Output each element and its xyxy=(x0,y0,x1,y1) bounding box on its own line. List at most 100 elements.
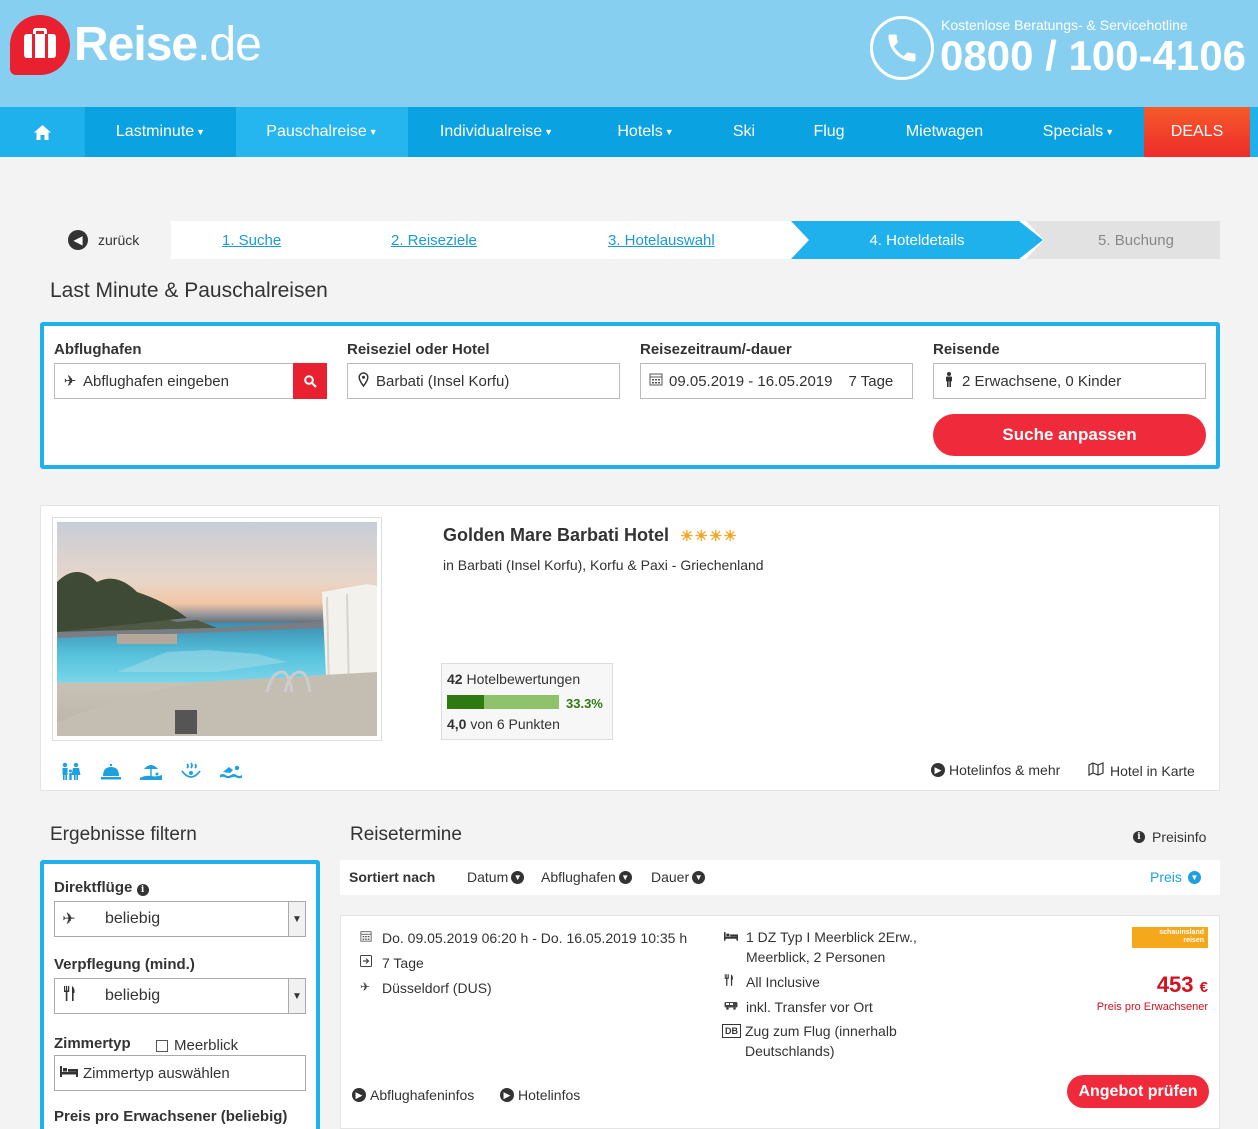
departure-placeholder: Abflughafen eingeben xyxy=(83,372,229,390)
nav-item-lastminute[interactable]: Lastminute ▼ xyxy=(85,107,236,157)
score-value: 4,0 xyxy=(447,716,467,732)
info-icon: i xyxy=(1133,831,1145,843)
nav-item-hotels[interactable]: Hotels ▼ xyxy=(585,107,706,157)
board-value: beliebig xyxy=(105,987,161,1004)
search-form: Abflughafen ✈ Abflughafen eingeben Reise… xyxy=(40,322,1220,469)
departure-label: Abflughafen xyxy=(54,341,142,358)
cutlery-icon xyxy=(724,974,746,989)
price-info-link[interactable]: i Preisinfo xyxy=(1133,829,1206,845)
airport-info-label: Abflughafeninfos xyxy=(370,1087,475,1103)
sort-price[interactable]: Preis ▼ xyxy=(1150,869,1201,885)
sort-duration[interactable]: Dauer ▼ xyxy=(651,869,706,885)
departure-input[interactable]: ✈ Abflughafen eingeben xyxy=(54,363,327,399)
nav-item-pauschalreise[interactable]: Pauschalreise ▼ xyxy=(236,107,408,157)
nav-item-deals[interactable]: DEALS xyxy=(1144,107,1250,157)
direct-flights-label: Direktflüge i xyxy=(54,879,149,896)
travelers-label: Reisende xyxy=(933,341,1000,358)
nav-item-specials[interactable]: Specials ▼ xyxy=(1013,107,1144,157)
score-line: 4,0 von 6 Punkten xyxy=(447,716,560,732)
recommend-bar-fill xyxy=(447,695,485,709)
sort-date[interactable]: Datum ▼ xyxy=(467,869,525,885)
seaview-label: Meerblick xyxy=(174,1037,239,1054)
direct-flights-label-text: Direktflüge xyxy=(54,879,133,896)
hotline-number[interactable]: 0800 / 100-4106 xyxy=(940,32,1246,80)
offer-room-line1: 1 DZ Typ I Meerblick 2Erw., xyxy=(746,929,917,945)
swimming-icon[interactable] xyxy=(220,762,242,785)
step-hotelauswahl[interactable]: 3. Hotelauswahl xyxy=(608,232,715,249)
offer-train-line2: Deutschlands) xyxy=(745,1043,835,1059)
seaview-checkbox[interactable]: Meerblick xyxy=(156,1037,238,1054)
search-icon[interactable] xyxy=(293,363,327,399)
direct-flights-select[interactable]: ✈ beliebig ▼ xyxy=(54,901,306,937)
info-icon[interactable]: i xyxy=(136,884,149,896)
offer-board-text: All Inclusive xyxy=(746,974,820,990)
logo[interactable]: Reise.de xyxy=(10,15,262,75)
hotel-info-link[interactable]: ▶ Hotelinfos & mehr xyxy=(931,762,1060,778)
hotel-card: Golden Mare Barbati Hotel ☀☀☀☀ in Barbat… xyxy=(40,505,1220,791)
sort-airport-label: Abflughafen xyxy=(541,869,616,885)
chevron-down-icon: ▼ xyxy=(692,870,706,884)
offer-train-line1: Zug zum Flug (innerhalb xyxy=(745,1023,897,1039)
bus-icon xyxy=(724,999,746,1013)
hotline[interactable]: Kostenlose Beratungs- & Servicehotline 0… xyxy=(870,14,1250,84)
sort-date-label: Datum xyxy=(467,869,509,885)
sort-airport[interactable]: Abflughafen ▼ xyxy=(541,869,632,885)
room-type-select[interactable]: Zimmertyp auswählen xyxy=(54,1055,306,1091)
recommend-bar xyxy=(447,695,559,709)
bed-icon xyxy=(55,1064,83,1082)
offer-price-note: Preis pro Erwachsener xyxy=(1096,1001,1208,1013)
airport-info-link[interactable]: ▶ Abflughafeninfos xyxy=(352,1087,474,1103)
home-icon[interactable] xyxy=(0,107,85,157)
chevron-down-icon: ▼ xyxy=(288,902,305,936)
checkbox-box[interactable] xyxy=(156,1039,168,1052)
main-nav: Lastminute ▼ Pauschalreise ▼ Individualrei… xyxy=(0,107,1258,157)
hotel-photo[interactable] xyxy=(52,517,382,741)
hotel-rating-box[interactable]: 42 Hotelbewertungen 33.3% 4,0 von 6 Punk… xyxy=(441,663,613,740)
step-reiseziele[interactable]: 2. Reiseziele xyxy=(391,232,477,249)
search-submit-button[interactable]: Suche anpassen xyxy=(933,414,1206,456)
sorted-by-label: Sortiert nach xyxy=(349,869,436,885)
travelers-input[interactable]: 2 Erwachsene, 0 Kinder xyxy=(933,363,1206,399)
bed-icon xyxy=(724,930,746,944)
reviews-line: 42 Hotelbewertungen xyxy=(447,671,580,687)
offer-room-line2: Meerblick, 2 Personen xyxy=(746,949,886,965)
spa-icon[interactable] xyxy=(180,762,202,785)
step-hoteldetails: 4. Hoteldetails xyxy=(791,221,1043,259)
nav-item-ski[interactable]: Ski xyxy=(706,107,782,157)
offer-price: 453 € xyxy=(1157,972,1208,998)
beach-icon[interactable] xyxy=(140,762,162,785)
cutlery-icon xyxy=(55,986,83,1006)
calendar-icon xyxy=(643,372,669,390)
offer-price-value: 453 xyxy=(1156,972,1194,997)
destination-input[interactable]: Barbati (Insel Korfu) xyxy=(347,363,620,399)
reviews-label: Hotelbewertungen xyxy=(466,671,581,687)
suitcase-logo-icon xyxy=(10,15,70,75)
offer-airport: ✈ Düsseldorf (DUS) xyxy=(360,980,492,996)
check-offer-button[interactable]: Angebot prüfen xyxy=(1067,1075,1209,1108)
nav-item-individualreise[interactable]: Individualreise ▼ xyxy=(408,107,585,157)
booking-steps: ◀ zurück 1. Suche 2. Reiseziele 3. Hotel… xyxy=(60,221,1220,259)
price-info-label: Preisinfo xyxy=(1152,829,1207,845)
filter-panel: Direktflüge i ✈ beliebig ▼ Verpflegung (… xyxy=(40,860,320,1129)
family-icon[interactable] xyxy=(60,762,82,785)
back-link[interactable]: ◀ zurück xyxy=(68,230,139,250)
phone-icon xyxy=(870,16,934,80)
hotel-name[interactable]: Golden Mare Barbati Hotel ☀☀☀☀ xyxy=(443,525,738,546)
nav-item-flug[interactable]: Flug xyxy=(782,107,876,157)
nav-item-mietwagen[interactable]: Mietwagen xyxy=(876,107,1013,157)
offer-hotel-info-link[interactable]: ▶ Hotelinfos xyxy=(500,1087,580,1103)
person-icon xyxy=(936,371,962,391)
sort-price-label: Preis xyxy=(1150,869,1182,885)
service-bell-icon[interactable] xyxy=(100,762,122,785)
step-suche[interactable]: 1. Suche xyxy=(222,232,281,249)
period-input[interactable]: 09.05.2019 - 16.05.2019 7 Tage xyxy=(640,363,913,399)
offer-duration-text: 7 Tage xyxy=(382,955,424,971)
chevron-down-icon: ▼ xyxy=(288,979,305,1013)
offer-card: Do. 09.05.2019 06:20 h - Do. 16.05.2019 … xyxy=(340,915,1220,1129)
hotel-map-link[interactable]: Hotel in Karte xyxy=(1088,762,1195,779)
offer-duration: 7 Tage xyxy=(360,955,424,971)
offer-price-currency: € xyxy=(1199,979,1208,996)
chevron-down-icon: ▼ xyxy=(618,870,632,884)
calendar-icon xyxy=(360,930,382,945)
board-select[interactable]: beliebig ▼ xyxy=(54,978,306,1014)
